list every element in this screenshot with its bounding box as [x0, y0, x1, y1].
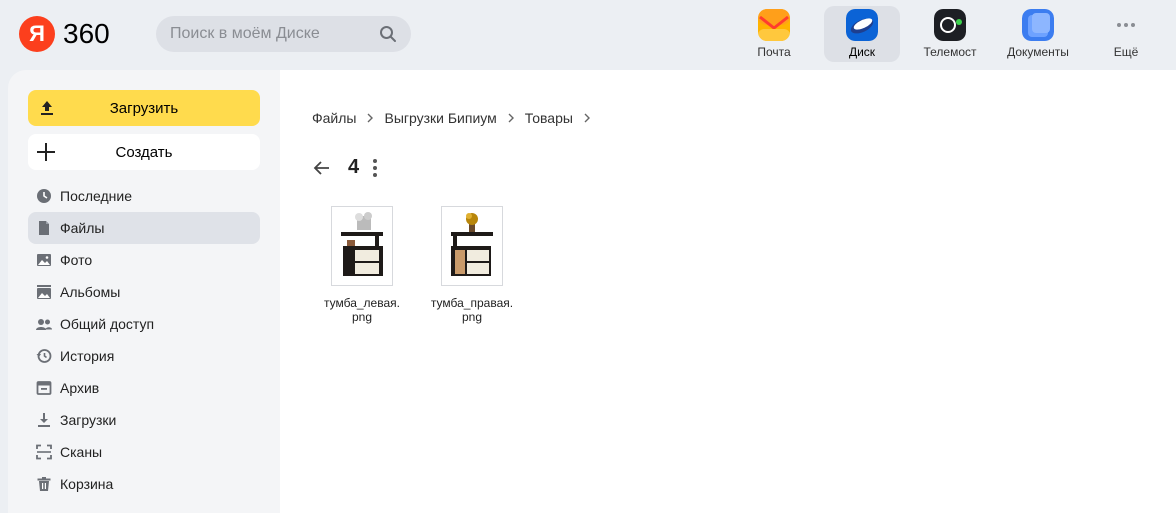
search-box — [156, 16, 411, 52]
file-item[interactable]: тумба_правая. png — [426, 206, 518, 324]
search-icon[interactable] — [379, 25, 397, 43]
back-arrow-icon[interactable] — [312, 158, 332, 178]
upload-label: Загрузить — [109, 99, 179, 117]
sidebar-item-label: Архив — [60, 380, 100, 396]
app-documents[interactable]: Документы — [1000, 6, 1076, 62]
sidebar-item-label: Последние — [60, 188, 133, 204]
logo-360-text: 360 — [63, 18, 110, 49]
breadcrumb-item[interactable]: Товары — [525, 110, 573, 126]
sidebar-item-recent[interactable]: Последние — [28, 180, 260, 212]
create-label: Создать — [115, 143, 173, 161]
chevron-right-icon — [367, 113, 374, 123]
sidebar-item-label: Загрузки — [60, 412, 117, 428]
folder-header: 4 — [312, 156, 378, 179]
archive-icon — [36, 381, 52, 395]
file-item[interactable]: тумба_левая. png — [316, 206, 408, 324]
app-label: Ещё — [1113, 45, 1139, 59]
apps-bar: Почта Диск Телемост Документы Ещё — [736, 6, 1176, 62]
file-name-line: тумба_левая. — [324, 296, 400, 310]
file-name-line: тумба_правая. — [430, 296, 514, 310]
sidebar-item-photo[interactable]: Фото — [28, 244, 260, 276]
file-grid: тумба_левая. png тумба_правая. png — [316, 206, 536, 324]
file-icon — [39, 221, 49, 235]
sidebar-item-label: Сканы — [60, 444, 103, 460]
create-button[interactable]: Создать — [28, 134, 260, 170]
sidebar-item-trash[interactable]: Корзина — [28, 468, 260, 500]
file-name: тумба_правая. png — [426, 296, 518, 324]
documents-icon — [1022, 9, 1054, 41]
sidebar-item-downloads[interactable]: Загрузки — [28, 404, 260, 436]
main-content: Файлы Выгрузки Бипиум Товары 4 тумба_лев… — [280, 70, 1176, 513]
sidebar-item-label: Альбомы — [60, 284, 121, 300]
app-telemost[interactable]: Телемост — [912, 6, 988, 62]
sidebar: Загрузить Создать Последние Файлы Фото А… — [8, 70, 280, 513]
sidebar-item-shared[interactable]: Общий доступ — [28, 308, 260, 340]
app-label: Телемост — [923, 45, 977, 59]
sidebar-item-archive[interactable]: Архив — [28, 372, 260, 404]
sidebar-item-scans[interactable]: Сканы — [28, 436, 260, 468]
app-more[interactable]: Ещё — [1088, 6, 1164, 62]
downloads-icon — [38, 413, 50, 427]
chevron-right-icon — [508, 113, 514, 123]
yandex-360-logo[interactable]: Я 360 — [19, 16, 110, 52]
sidebar-item-label: Фото — [60, 252, 93, 268]
disk-icon — [846, 9, 878, 41]
app-label: Почта — [757, 45, 791, 59]
shared-icon — [36, 319, 52, 330]
more-apps-icon — [1117, 23, 1135, 27]
photo-icon — [37, 254, 51, 266]
search-input[interactable] — [170, 25, 370, 43]
app-mail[interactable]: Почта — [736, 6, 812, 62]
folder-title: 4 — [348, 156, 360, 178]
mail-icon — [758, 9, 790, 41]
nightstand-image — [451, 213, 493, 276]
breadcrumb: Файлы Выгрузки Бипиум Товары — [312, 110, 601, 126]
file-name-line: png — [351, 310, 373, 324]
breadcrumb-item[interactable]: Файлы — [312, 110, 356, 126]
app-label: Диск — [848, 45, 876, 59]
clock-icon — [37, 189, 51, 203]
nightstand-image — [341, 212, 383, 276]
sidebar-item-label: Корзина — [60, 476, 114, 492]
app-label: Документы — [1007, 45, 1069, 59]
albums-icon — [37, 285, 51, 299]
sidebar-item-files[interactable]: Файлы — [28, 212, 260, 244]
header: Я 360 Почта Диск — [0, 0, 1176, 70]
chevron-right-icon[interactable] — [583, 113, 591, 123]
file-thumbnail — [331, 206, 393, 286]
logo-ya-badge: Я — [19, 16, 55, 52]
file-thumbnail — [441, 206, 503, 286]
sidebar-nav: Последние Файлы Фото Альбомы Общий досту… — [28, 180, 260, 500]
upload-icon — [41, 101, 53, 115]
telemost-icon — [934, 9, 966, 41]
scans-icon — [36, 444, 52, 460]
history-icon — [36, 349, 52, 363]
file-name: тумба_левая. png — [316, 296, 408, 324]
breadcrumb-item[interactable]: Выгрузки Бипиум — [384, 110, 496, 126]
app-disk[interactable]: Диск — [824, 6, 900, 62]
sidebar-item-label: Общий доступ — [60, 316, 155, 332]
sidebar-item-albums[interactable]: Альбомы — [28, 276, 260, 308]
sidebar-item-label: Файлы — [60, 220, 105, 236]
sidebar-item-label: История — [60, 348, 115, 364]
trash-icon — [37, 477, 51, 491]
kebab-menu-icon[interactable] — [373, 158, 378, 177]
sidebar-item-history[interactable]: История — [28, 340, 260, 372]
file-name-line: png — [461, 310, 483, 324]
upload-button[interactable]: Загрузить — [28, 90, 260, 126]
plus-icon — [37, 143, 55, 161]
